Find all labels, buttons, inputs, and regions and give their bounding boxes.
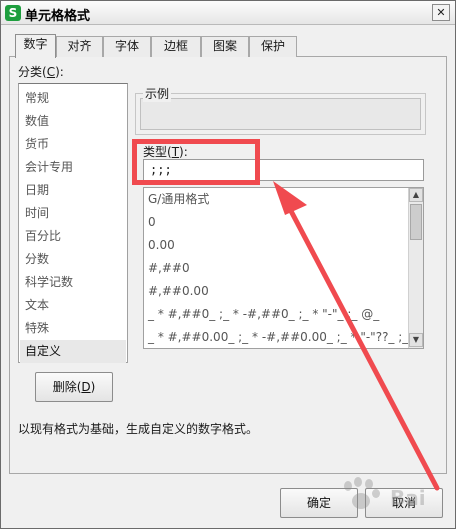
sample-label: 示例 — [143, 85, 172, 102]
watermark: Bai — [336, 469, 448, 521]
annotation-arrow-icon — [273, 181, 440, 491]
tab-number[interactable]: 数字 — [15, 34, 56, 58]
paw-logo-icon — [338, 475, 382, 515]
format-cells-dialog: S 单元格格式 ✕ 数字 对齐 字体 边框 图案 保护 分类(C): 常规 数值… — [0, 0, 456, 529]
watermark-text: Bai — [390, 486, 426, 510]
